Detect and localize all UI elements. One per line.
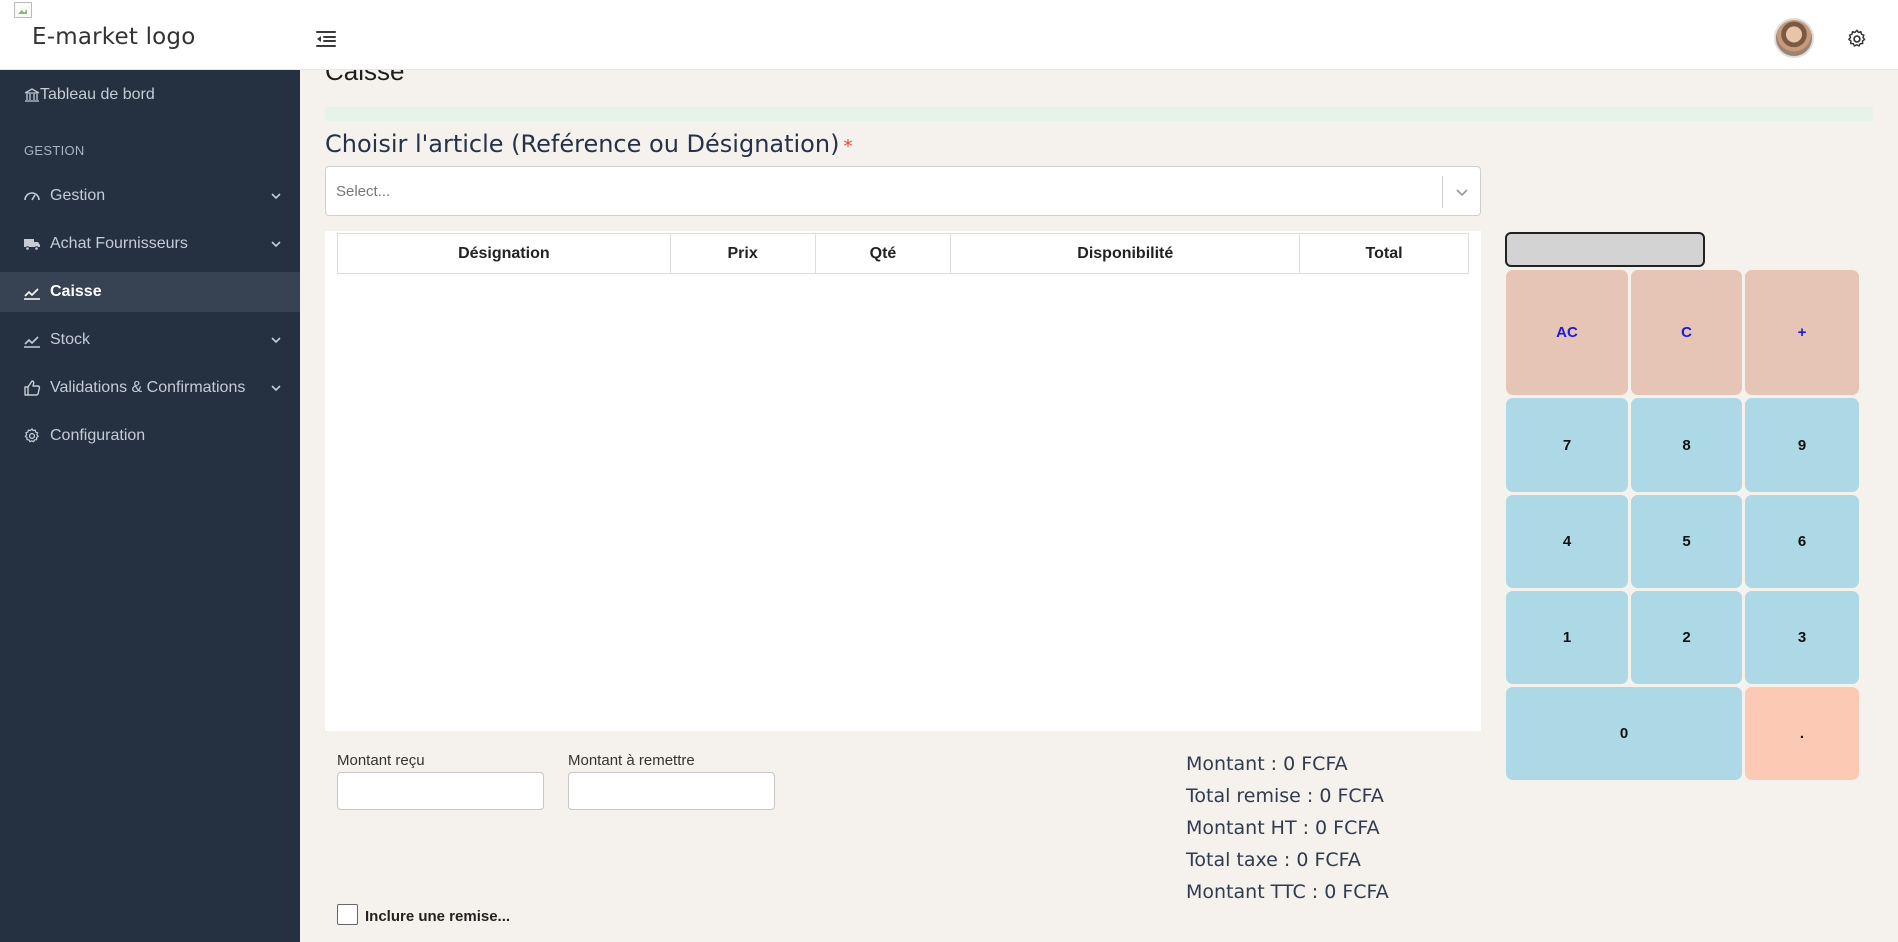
montant-recu-label: Montant reçu	[337, 752, 425, 769]
calc-key-0[interactable]: 0	[1506, 687, 1742, 780]
calc-key-9[interactable]: 9	[1745, 398, 1859, 492]
sidebar-item-label: Validations & Confirmations	[50, 379, 246, 396]
total-ttc: Montant TTC : 0 FCFA	[1186, 881, 1389, 903]
gauge-icon	[23, 187, 41, 205]
remise-checkbox[interactable]	[337, 904, 358, 925]
calc-key-7[interactable]: 7	[1506, 398, 1628, 492]
total-montant: Montant : 0 FCFA	[1186, 753, 1348, 775]
total-ht: Montant HT : 0 FCFA	[1186, 817, 1380, 839]
sidebar-item-achat-fournisseurs[interactable]: Achat Fournisseurs	[0, 224, 300, 264]
sidebar-item-dashboard[interactable]: Tableau de bord	[24, 86, 155, 104]
required-mark: *	[843, 136, 853, 157]
select-placeholder: Select...	[336, 183, 391, 200]
montant-remettre-label: Montant à remettre	[568, 752, 695, 769]
calc-key-8[interactable]: 8	[1631, 398, 1742, 492]
gear-icon[interactable]	[1846, 28, 1868, 50]
article-field-label: Choisir l'article (Reférence ou Désignat…	[325, 130, 852, 158]
select-separator	[1442, 176, 1443, 208]
article-label-text: Choisir l'article (Reférence ou Désignat…	[325, 130, 840, 158]
calc-key-1[interactable]: 1	[1506, 591, 1628, 684]
progress-strip	[325, 107, 1873, 121]
column-header-total: Total	[1299, 233, 1469, 274]
sidebar-item-caisse[interactable]: Caisse	[0, 272, 300, 312]
remise-option[interactable]: Inclure une remise...	[337, 904, 511, 925]
column-header-prix: Prix	[669, 233, 816, 274]
chevron-down-icon	[270, 237, 282, 249]
sidebar-item-gestion[interactable]: Gestion	[0, 176, 300, 216]
montant-recu-input[interactable]	[337, 772, 544, 810]
top-header: E-market logo	[0, 0, 1898, 70]
table-header-row: Désignation Prix Qté Disponibilité Total	[337, 233, 1469, 274]
chart-line-icon	[23, 283, 41, 301]
sidebar-item-configuration[interactable]: Configuration	[0, 416, 300, 456]
chevron-down-icon	[270, 381, 282, 393]
chevron-down-icon[interactable]	[1454, 184, 1470, 200]
column-header-qte: Qté	[814, 233, 952, 274]
totals-summary: Montant : 0 FCFA Total remise : 0 FCFA M…	[1186, 748, 1389, 908]
gear-icon	[23, 427, 41, 445]
calc-key-c[interactable]: C	[1631, 270, 1742, 395]
calculator-display[interactable]	[1505, 232, 1705, 267]
indent-menu-icon-svg	[316, 31, 336, 47]
sidebar-item-label: Achat Fournisseurs	[50, 235, 188, 252]
calc-key-plus[interactable]: +	[1745, 270, 1859, 395]
gear-icon-svg	[1848, 29, 1866, 47]
montant-remettre-input[interactable]	[568, 772, 775, 810]
chart-line-icon	[23, 331, 41, 349]
user-avatar[interactable]	[1774, 18, 1814, 58]
sidebar-item-label: Configuration	[50, 427, 146, 444]
calc-key-3[interactable]: 3	[1745, 591, 1859, 684]
calc-key-4[interactable]: 4	[1506, 495, 1628, 588]
sidebar-item-label: Stock	[50, 331, 91, 348]
calc-key-dot[interactable]: .	[1745, 687, 1859, 780]
items-table: Désignation Prix Qté Disponibilité Total	[337, 233, 1469, 274]
sidebar-item-label: Tableau de bord	[40, 86, 155, 103]
calc-key-6[interactable]: 6	[1745, 495, 1859, 588]
sidebar-item-stock[interactable]: Stock	[0, 320, 300, 360]
total-remise: Total remise : 0 FCFA	[1186, 785, 1384, 807]
column-header-disponibilite: Disponibilité	[950, 233, 1301, 274]
sidebar-item-validations[interactable]: Validations & Confirmations	[0, 368, 300, 408]
article-select[interactable]: Select...	[325, 166, 1481, 216]
truck-icon	[23, 235, 41, 253]
items-table-panel: Désignation Prix Qté Disponibilité Total	[325, 231, 1481, 731]
total-taxe: Total taxe : 0 FCFA	[1186, 849, 1361, 871]
chevron-down-icon	[270, 189, 282, 201]
calc-key-5[interactable]: 5	[1631, 495, 1742, 588]
logo-alt-text: E-market logo	[32, 24, 196, 50]
indent-menu-icon[interactable]	[314, 28, 338, 50]
sidebar-section-label: GESTION	[24, 143, 85, 158]
column-header-designation: Désignation	[337, 233, 671, 274]
broken-image-icon	[14, 2, 32, 18]
sidebar-item-label: Gestion	[50, 187, 106, 204]
thumbs-up-icon	[23, 379, 41, 397]
calc-key-2[interactable]: 2	[1631, 591, 1742, 684]
calc-key-ac[interactable]: AC	[1506, 270, 1628, 395]
sidebar: Tableau de bord GESTION Gestion Achat Fo…	[0, 70, 300, 942]
bank-icon	[24, 87, 40, 103]
chevron-down-icon	[270, 333, 282, 345]
remise-checkbox-label: Inclure une remise...	[365, 908, 511, 925]
sidebar-item-label: Caisse	[50, 283, 102, 300]
